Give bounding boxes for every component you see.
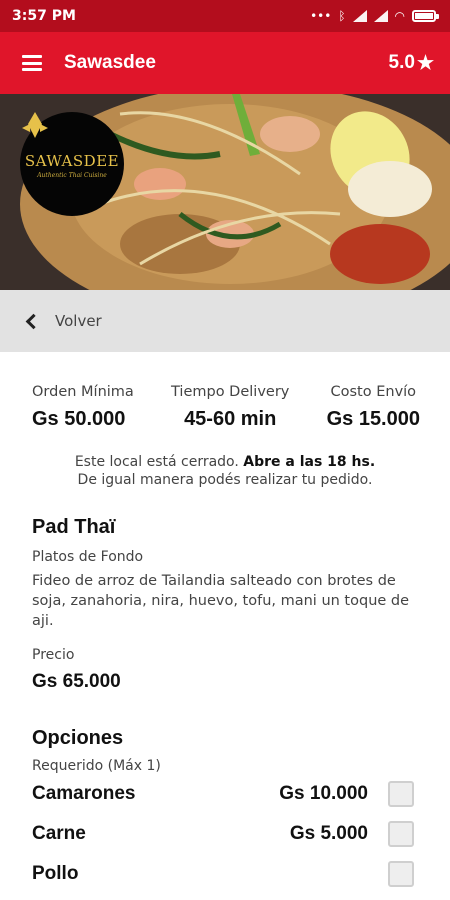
notice-line-2: De igual manera podés realizar tu pedido… [77,472,373,488]
hero-image: SAWASDEE Authentic Thai Cuisine [0,94,450,290]
options-title: Opciones [32,727,124,749]
stat-value: Gs 15.000 [326,408,420,430]
notice-closed-text: Este local está cerrado. [74,454,239,470]
star-icon: ★ [416,52,434,74]
notice-opens-at: Abre a las 18 hs. [243,454,376,470]
options-requirement: Requerido (Máx 1) [32,758,161,774]
option-checkbox[interactable] [388,821,414,847]
stat-label: Orden Mínima [32,384,134,400]
option-price: Gs 10.000 [279,783,368,804]
stat-label: Tiempo Delivery [171,384,290,400]
product-detail: Orden Mínima Gs 50.000 Tiempo Delivery 4… [0,352,450,894]
signal-icon-2 [373,10,388,22]
option-name: Camarones [32,783,136,804]
status-bar: 3:57 PM ••• ᛒ ◠ [0,0,450,32]
status-time: 3:57 PM [12,8,76,24]
product-title: Pad Thaï [32,516,116,538]
restaurant-logo: SAWASDEE Authentic Thai Cuisine [20,112,124,216]
notice-line-1: Este local está cerrado. Abre a las 18 h… [0,453,450,471]
signal-icon [352,10,367,22]
stat-value: Gs 50.000 [32,408,126,430]
option-checkbox[interactable] [388,861,414,887]
option-row[interactable]: Camarones Gs 10.000 [32,774,418,814]
stat-min-order: Orden Mínima Gs 50.000 [32,384,134,431]
product-category: Platos de Fondo [32,549,144,565]
logo-emblem-icon [22,112,48,138]
wifi-icon: ◠ [394,9,405,23]
app-bar: Sawasdee 5.0 ★ [0,32,450,94]
stat-value: 45-60 min [184,408,277,430]
battery-icon [412,10,439,22]
hamburger-menu-icon[interactable] [22,55,42,71]
chevron-left-icon [25,313,42,329]
delivery-stats: Orden Mínima Gs 50.000 Tiempo Delivery 4… [0,352,450,431]
product-description: Fideo de arroz de Tailandia salteado con… [32,573,410,629]
restaurant-title: Sawasdee [64,52,156,73]
stat-label: Costo Envío [330,384,417,400]
price-value: Gs 65.000 [32,671,121,692]
stat-delivery-time: Tiempo Delivery 45-60 min [171,384,289,431]
option-row[interactable]: Carne Gs 5.000 [32,814,418,854]
back-label: Volver [55,312,102,330]
option-checkbox[interactable] [388,781,414,807]
back-button[interactable]: Volver [0,290,450,352]
option-row[interactable]: Pollo [32,854,418,894]
notification-dots-icon: ••• [310,9,332,23]
logo-text: SAWASDEE [24,151,120,170]
rating-value: 5.0 [388,52,415,73]
option-name: Pollo [32,863,79,884]
bluetooth-icon: ᛒ [338,9,346,23]
closed-notice: Este local está cerrado. Abre a las 18 h… [0,453,450,489]
rating: 5.0 ★ [389,52,434,75]
option-name: Carne [32,823,86,844]
status-icons: ••• ᛒ ◠ [310,9,439,23]
price-label: Precio [32,647,75,663]
stat-shipping-cost: Costo Envío Gs 15.000 [327,384,420,431]
product-info: Pad Thaï Platos de Fondo Fideo de arroz … [0,516,450,894]
option-price: Gs 5.000 [289,823,368,844]
logo-tagline: Authentic Thai Cuisine [37,171,107,179]
